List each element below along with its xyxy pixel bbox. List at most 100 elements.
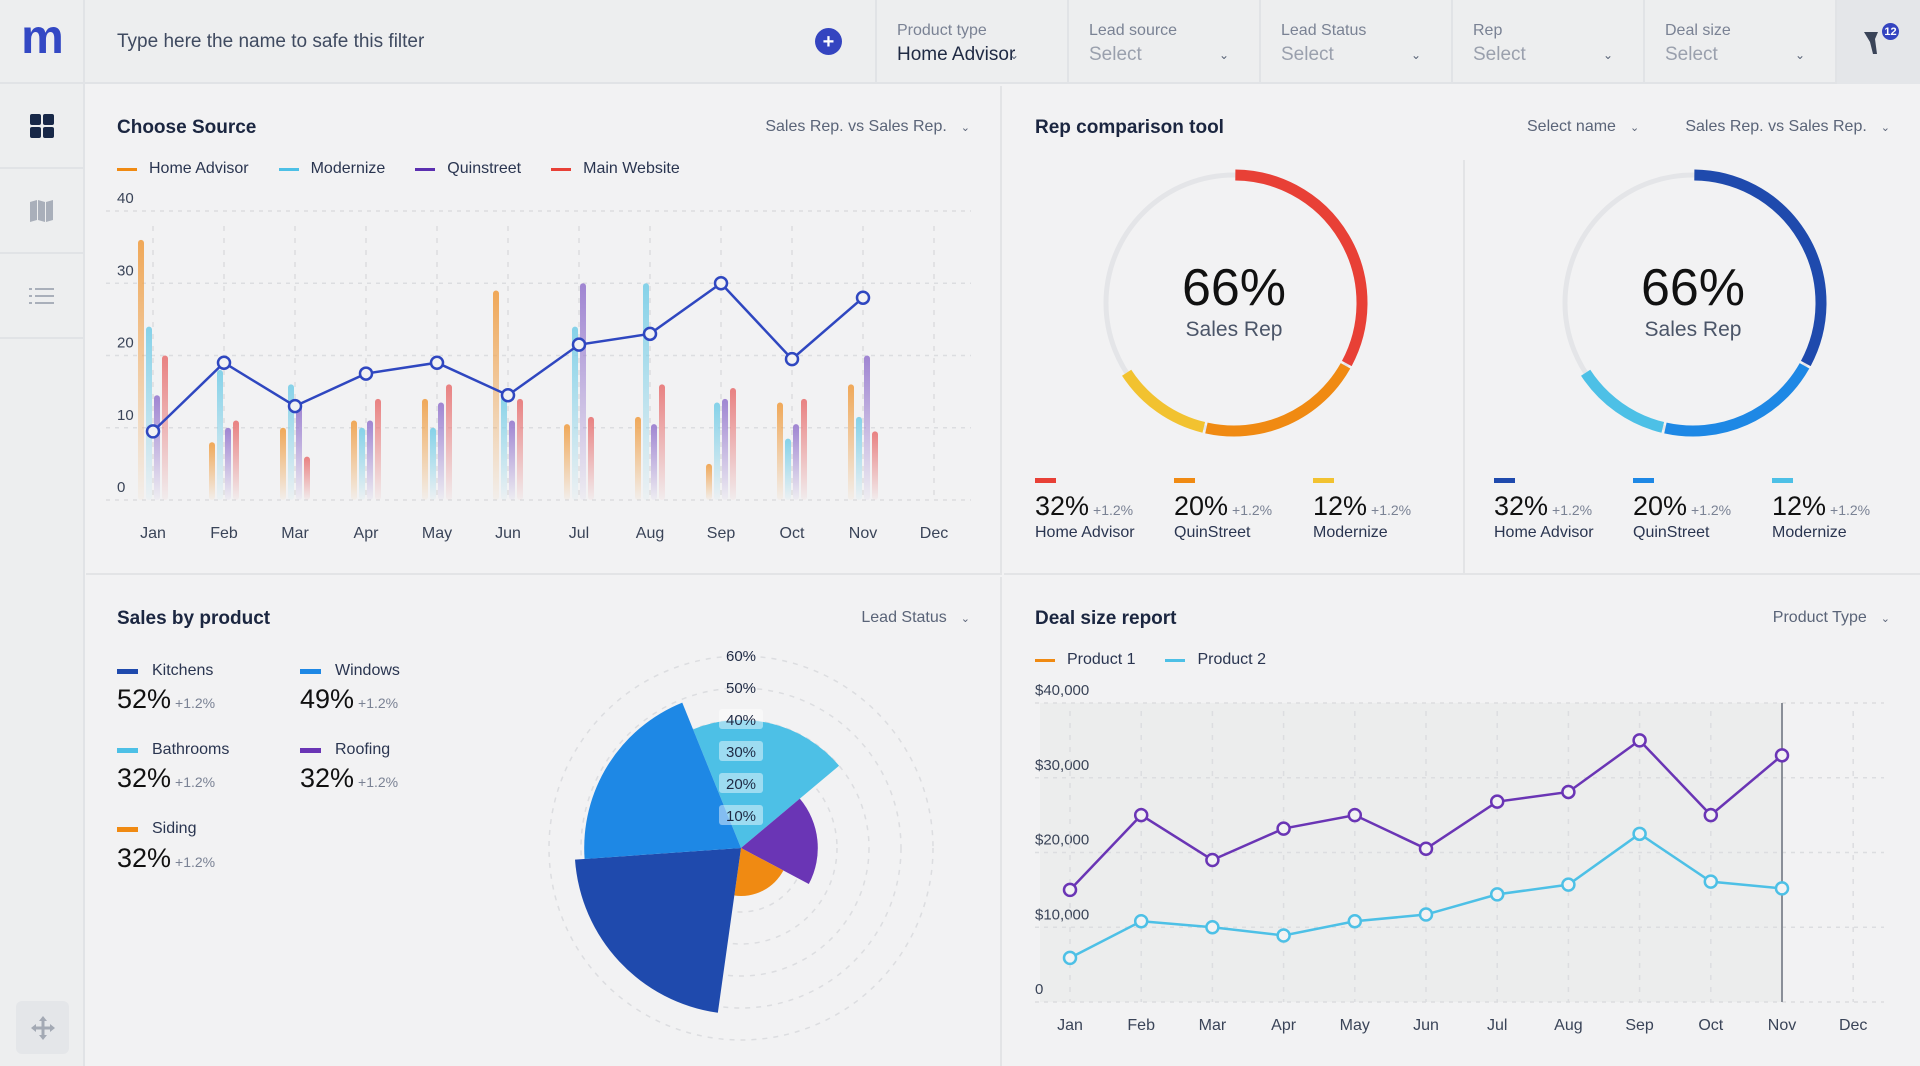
line-point [1133,807,1149,823]
y-tick-label: 40 [117,190,134,207]
radial-tick-label: 30% [726,744,756,761]
stat-value: 12% [1772,491,1827,521]
bar-main-website [588,416,594,500]
bar-main-website [659,384,665,500]
stat-swatch [1494,478,1515,483]
x-tick-label: Sep [1625,1017,1654,1034]
line-point [1418,907,1434,922]
x-tick-label: Jan [140,525,166,542]
chevron-down-icon: ⌄ [1411,48,1422,62]
bar-home-advisor [635,416,641,500]
bar-main-website [801,398,807,500]
filter-name-input[interactable] [117,31,757,53]
bar-main-website [233,420,239,500]
line-point [571,337,587,352]
filter-lead-status[interactable]: Lead Status Select ⌄ [1259,0,1451,84]
bar-main-website [304,456,310,500]
add-filter-button[interactable]: + [815,28,842,55]
gauge-segment-modernize [1581,369,1665,433]
line-point [1703,807,1719,823]
filter-deal-size[interactable]: Deal size Select ⌄ [1643,0,1835,84]
stat-name: Modernize [1772,524,1847,541]
filter-bar: Product type Home Advisor ⌄ Lead source … [875,0,1835,84]
stat-item: 20% +1.2% QuinStreet [1633,478,1772,542]
y-tick-label: 0 [117,479,125,496]
stat-delta: +1.2% [1371,502,1412,518]
sidebar-item-list[interactable] [0,254,83,339]
gauge-segment-quinstreet [1664,363,1810,437]
grid-icon [29,113,54,138]
stat-item: 20% +1.2% QuinStreet [1174,478,1313,542]
filter-value: Select [1281,44,1334,65]
line-point [1276,821,1291,836]
bar-quinstreet [367,420,373,500]
line-point [642,326,658,342]
filter-toggle-button[interactable]: 12 [1835,0,1920,84]
x-tick-label: Oct [780,525,805,542]
line-point [1347,914,1363,929]
line-point [1561,784,1576,800]
bar-home-advisor [706,463,712,500]
stat-item: 32% +1.2% Home Advisor [1035,478,1174,542]
gauge-caption: Sales Rep [1644,318,1742,341]
filter-value: Select [1089,44,1142,65]
line-point [145,424,161,439]
bar-modernize [856,416,862,500]
filter-value: Home Advisor [897,44,1016,65]
chevron-down-icon: ⌄ [1009,48,1020,62]
x-tick-label: Nov [1768,1017,1796,1034]
choose-source-panel: Choose Source Sales Rep. vs Sales Rep. ⌄ … [86,86,1002,575]
bar-modernize [714,402,720,500]
x-tick-label: Mar [281,525,309,542]
filter-lead-source[interactable]: Lead source Select ⌄ [1067,0,1259,84]
polar-area-chart: 10% 20% 30% 40% 50% 60% [548,648,934,1041]
stat-swatch [1633,478,1654,483]
stat-swatch [1313,478,1334,483]
line-point [1632,733,1647,748]
bar-home-advisor [138,239,144,500]
x-tick-label: Jul [1487,1017,1507,1034]
line-point [1489,794,1505,809]
x-tick-label: Jun [495,525,521,542]
x-tick-label: Aug [636,525,664,542]
sidebar-item-map[interactable] [0,169,83,254]
stat-swatch [1772,478,1793,483]
bar-quinstreet [722,398,728,500]
source-bar-line-chart: 0 10 20 30 40 Jan Feb Mar Apr May Jun Jul Aug Sep Oct N… [106,190,971,542]
sidebar-item-dashboard[interactable] [0,84,83,169]
move-icon [30,1015,55,1040]
move-layout-button[interactable] [16,1001,69,1054]
x-tick-label: Oct [1698,1017,1723,1034]
plus-icon: + [822,30,835,53]
filter-rep[interactable]: Rep Select ⌄ [1451,0,1643,84]
filter-label: Product type [897,22,987,39]
bar-quinstreet [509,420,515,500]
bar-main-website [517,398,523,500]
gauge-total: 66% [1181,259,1287,317]
highlight-band [1040,703,1782,1002]
bar-home-advisor [209,442,215,500]
filter-product-type[interactable]: Product type Home Advisor ⌄ [875,0,1067,84]
stat-swatch [1174,478,1195,483]
stat-value: 32% [1494,491,1549,521]
polar-slice-kitchens [575,848,741,1013]
line-point [500,387,516,403]
bar-modernize [785,438,791,500]
gauge-segment-modernize [1122,369,1206,433]
line-point [1276,928,1291,943]
x-tick-label: Apr [354,525,380,542]
chevron-down-icon: ⌄ [1219,48,1230,62]
bar-home-advisor [848,384,854,500]
app-logo[interactable]: m [0,0,85,84]
stat-item: 32% +1.2% Home Advisor [1494,478,1633,542]
bar-main-website [162,355,168,500]
bar-modernize [359,427,365,500]
stat-name: Home Advisor [1494,524,1594,541]
bar-home-advisor [493,290,499,500]
line-point [713,276,729,291]
logo-text: m [21,11,64,64]
gauge-caption: Sales Rep [1185,318,1283,341]
bar-quinstreet [580,283,586,500]
line-point [1062,950,1078,966]
chevron-down-icon: ⌄ [1795,48,1806,62]
